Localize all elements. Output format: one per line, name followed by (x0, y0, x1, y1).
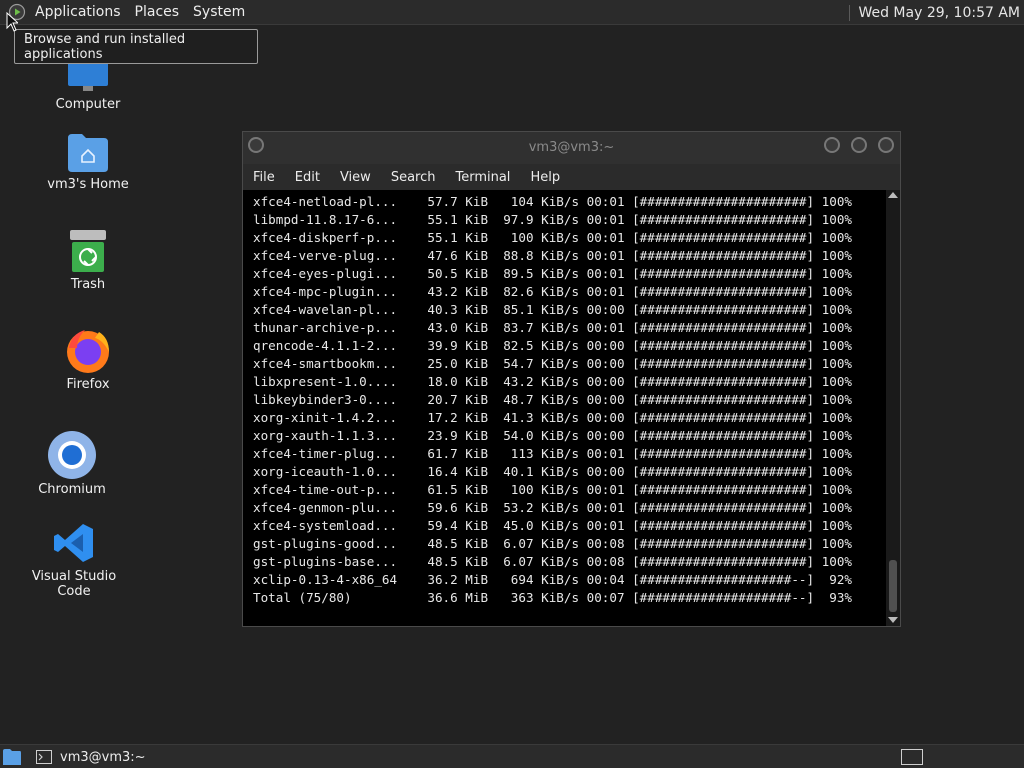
terminal-line: xfce4-netload-pl... 57.7 KiB 104 KiB/s 0… (253, 194, 852, 209)
terminal-line: xfce4-eyes-plugi... 50.5 KiB 89.5 KiB/s … (253, 266, 852, 281)
terminal-title: vm3@vm3:~ (528, 140, 615, 155)
terminal-line: xfce4-timer-plug... 61.7 KiB 113 KiB/s 0… (253, 446, 852, 461)
terminal-menubar: File Edit View Search Terminal Help (243, 164, 900, 190)
desktop-icon-label: Trash (70, 277, 106, 292)
scroll-up-arrow-icon[interactable] (888, 192, 898, 198)
clock-separator (849, 4, 851, 21)
menu-edit[interactable]: Edit (285, 170, 330, 185)
terminal-line: xfce4-time-out-p... 61.5 KiB 100 KiB/s 0… (253, 482, 852, 497)
terminal-output[interactable]: xfce4-netload-pl... 57.7 KiB 104 KiB/s 0… (243, 190, 886, 626)
taskbar-item-terminal[interactable]: vm3@vm3:~ (36, 747, 146, 767)
scroll-down-arrow-icon[interactable] (888, 617, 898, 623)
desktop-icon-vscode[interactable]: Visual Studio Code (14, 520, 134, 599)
terminal-line: xfce4-mpc-plugin... 43.2 KiB 82.6 KiB/s … (253, 284, 852, 299)
maximize-button[interactable] (851, 137, 867, 153)
desktop-icon-computer[interactable]: Computer (48, 58, 128, 118)
desktop-icon-firefox[interactable]: Firefox (48, 326, 128, 394)
terminal-line: xfce4-systemload... 59.4 KiB 45.0 KiB/s … (253, 518, 852, 533)
mouse-cursor-icon (6, 12, 18, 32)
menu-help[interactable]: Help (520, 170, 570, 185)
show-desktop-icon[interactable] (2, 747, 22, 767)
terminal-scrollbar[interactable] (886, 190, 900, 626)
desktop-icon-label: Chromium (38, 482, 106, 497)
terminal-line: xorg-xinit-1.4.2... 17.2 KiB 41.3 KiB/s … (253, 410, 852, 425)
chromium-icon (48, 431, 96, 479)
tooltip: Browse and run installed applications (14, 29, 258, 64)
desktop-icon-trash[interactable]: Trash (48, 228, 128, 294)
menu-search[interactable]: Search (381, 170, 446, 185)
terminal-line: xfce4-diskperf-p... 55.1 KiB 100 KiB/s 0… (253, 230, 852, 245)
terminal-line: xfce4-smartbookm... 25.0 KiB 54.7 KiB/s … (253, 356, 852, 371)
menu-applications[interactable]: Applications (28, 4, 128, 20)
clock[interactable]: Wed May 29, 10:57 AM (849, 0, 1020, 25)
desktop-icon-home[interactable]: vm3's Home (44, 130, 132, 194)
desktop-icon-chromium[interactable]: Chromium (32, 430, 112, 498)
terminal-line: libxpresent-1.0.... 18.0 KiB 43.2 KiB/s … (253, 374, 852, 389)
scrollbar-thumb[interactable] (889, 560, 897, 612)
home-folder-icon (68, 134, 108, 172)
terminal-line: libmpd-11.8.17-6... 55.1 KiB 97.9 KiB/s … (253, 212, 852, 227)
terminal-line: xclip-0.13-4-x86_64 36.2 MiB 694 KiB/s 0… (253, 572, 852, 587)
vscode-icon (54, 524, 93, 562)
taskbar-item-label: vm3@vm3:~ (60, 749, 146, 765)
terminal-line: thunar-archive-p... 43.0 KiB 83.7 KiB/s … (253, 320, 852, 335)
workspace-switcher[interactable] (901, 749, 923, 765)
desktop-icon-label: Computer (55, 97, 121, 112)
terminal-window[interactable]: vm3@vm3:~ File Edit View Search Terminal… (242, 131, 901, 627)
terminal-line: gst-plugins-good... 48.5 KiB 6.07 KiB/s … (253, 536, 852, 551)
terminal-line: Total (75/80) 36.6 MiB 363 KiB/s 00:07 [… (253, 590, 852, 605)
terminal-line: qrencode-4.1.1-2... 39.9 KiB 82.5 KiB/s … (253, 338, 852, 353)
terminal-icon (36, 750, 52, 764)
terminal-line: libkeybinder3-0.... 20.7 KiB 48.7 KiB/s … (253, 392, 852, 407)
terminal-titlebar[interactable]: vm3@vm3:~ (243, 132, 900, 164)
terminal-line: xfce4-genmon-plu... 59.6 KiB 53.2 KiB/s … (253, 500, 852, 515)
menu-terminal[interactable]: Terminal (445, 170, 520, 185)
desktop-icon-label: vm3's Home (47, 177, 129, 192)
menu-system[interactable]: System (186, 4, 252, 20)
menu-file[interactable]: File (243, 170, 285, 185)
minimize-button[interactable] (824, 137, 840, 153)
terminal-line: xorg-xauth-1.1.3... 23.9 KiB 54.0 KiB/s … (253, 428, 852, 443)
desktop-icon-label: Firefox (66, 377, 110, 392)
terminal-line: gst-plugins-base... 48.5 KiB 6.07 KiB/s … (253, 554, 852, 569)
terminal-line: xfce4-verve-plug... 47.6 KiB 88.8 KiB/s … (253, 248, 852, 263)
clock-text: Wed May 29, 10:57 AM (858, 4, 1020, 21)
bottom-panel: vm3@vm3:~ (0, 744, 1024, 768)
menu-view[interactable]: View (330, 170, 381, 185)
firefox-icon (67, 330, 109, 373)
close-button[interactable] (878, 137, 894, 153)
terminal-line: xorg-iceauth-1.0... 16.4 KiB 40.1 KiB/s … (253, 464, 852, 479)
desktop-icon-label: Visual Studio Code (31, 569, 117, 599)
trash-icon (70, 230, 106, 272)
menu-places[interactable]: Places (128, 4, 187, 20)
terminal-line: xfce4-wavelan-pl... 40.3 KiB 85.1 KiB/s … (253, 302, 852, 317)
top-panel: Applications Places System Wed May 29, 1… (0, 0, 1024, 25)
